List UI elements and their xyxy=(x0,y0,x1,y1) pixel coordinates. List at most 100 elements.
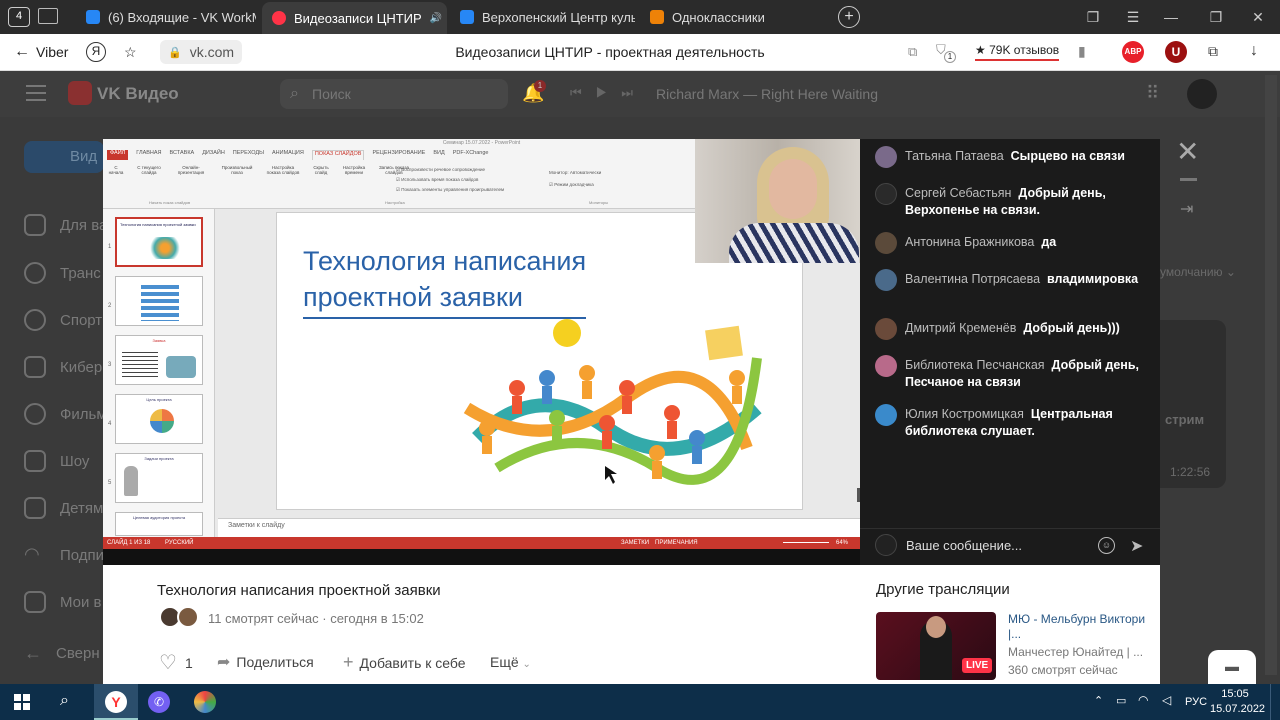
search-placeholder: Поиск xyxy=(312,86,351,102)
emoji-icon[interactable]: ☺ xyxy=(1098,537,1115,554)
apps-grid-icon[interactable]: ⠿ xyxy=(1146,83,1159,104)
close-modal-button[interactable]: ✕ xyxy=(1176,138,1199,166)
avatar[interactable] xyxy=(875,355,897,377)
chat-author[interactable]: Дмитрий Кременёв xyxy=(905,321,1016,335)
tab-verhopen[interactable]: Верхопенский Центр куль xyxy=(450,4,635,30)
ppt-btn: Настройка показа слайдов xyxy=(266,165,300,175)
slide-thumbnail[interactable] xyxy=(115,276,203,326)
more-button[interactable]: Ещё ⌄ xyxy=(490,654,531,670)
slide-thumbnail[interactable]: Цель проекта xyxy=(115,394,203,444)
thumb-title: Технология написания проектной заявки xyxy=(120,222,196,227)
stream-title[interactable]: МЮ - Мельбурн Виктори |... xyxy=(1008,612,1148,642)
search-input[interactable]: ⌕ Поиск xyxy=(280,79,508,109)
add-button[interactable]: + Добавить к себе xyxy=(343,652,466,673)
avatar[interactable] xyxy=(875,146,897,168)
menu-icon[interactable] xyxy=(26,85,46,101)
tab-vk-workmail[interactable]: (6) Входящие - VK WorkM xyxy=(76,4,256,30)
slide-thumbnail[interactable]: Задачи проекта xyxy=(115,453,203,503)
chat-author[interactable]: Юлия Костромицкая xyxy=(905,407,1024,421)
tab-counter[interactable]: 4 xyxy=(8,7,30,27)
player-controls[interactable]: ⏮▶⏭ xyxy=(570,85,647,101)
yandex-icon[interactable]: Я xyxy=(86,42,106,62)
chat-author[interactable]: Татьяна Патаева xyxy=(905,149,1004,163)
volume-icon[interactable]: ◁ xyxy=(1162,693,1171,707)
chat-message: Дмитрий Кременёв Добрый день))) xyxy=(875,318,1145,340)
chat-author[interactable]: Библиотека Песчанская xyxy=(905,358,1045,372)
menu-icon[interactable]: ☰ xyxy=(1122,6,1144,28)
back-button[interactable]: ← Viber xyxy=(14,43,68,61)
paint-icon[interactable] xyxy=(194,691,216,713)
taskbar-yandex[interactable]: Y xyxy=(94,684,138,720)
chat-author[interactable]: Антонина Бражникова xyxy=(905,235,1034,249)
share-button[interactable]: ➦ Поделиться xyxy=(217,652,314,672)
ppt-zoom-slider xyxy=(783,542,829,543)
wifi-icon[interactable]: ◠ xyxy=(1138,693,1148,707)
avatar[interactable] xyxy=(177,606,199,628)
speaker-icon[interactable]: 🔊 xyxy=(430,13,442,24)
page-scrollbar[interactable] xyxy=(1265,75,1277,675)
pip-icon[interactable] xyxy=(1180,178,1197,181)
close-window-button[interactable]: ✕ xyxy=(1247,6,1269,28)
reviews-badge[interactable]: ★ 79K отзывов xyxy=(975,43,1060,61)
avatar[interactable] xyxy=(875,183,897,205)
sidebar-item-video[interactable]: Вид xyxy=(24,141,104,173)
search-icon[interactable]: ⌕ xyxy=(60,692,69,710)
sort-label[interactable]: умолчанию ⌄ xyxy=(1160,265,1236,279)
tab-ok[interactable]: Одноклассники xyxy=(640,4,820,30)
sidebar-item-sport[interactable]: Спорт xyxy=(24,309,102,331)
send-icon[interactable]: ➤ xyxy=(1130,536,1143,556)
chat-author[interactable]: Сергей Себастьян xyxy=(905,186,1011,200)
slide-thumbnail[interactable]: Целевая аудитория проекта xyxy=(115,512,203,536)
stream-thumbnail[interactable]: LIVE xyxy=(876,612,996,680)
extension-u-icon[interactable]: U xyxy=(1165,41,1187,63)
chat-author[interactable]: Валентина Потрясаева xyxy=(905,272,1040,286)
sidebar-item-shows[interactable]: Шоу xyxy=(24,450,89,472)
slide-thumbnail[interactable]: Заявка xyxy=(115,335,203,385)
now-playing-track[interactable]: Richard Marx — Right Here Waiting xyxy=(656,86,878,102)
like-button[interactable]: ♡ 1 xyxy=(159,650,193,675)
chat-input[interactable]: Ваше сообщение... xyxy=(906,538,1086,553)
star-icon[interactable]: ☆ xyxy=(124,44,137,61)
sidebar-item-my-videos[interactable]: Мои в xyxy=(24,591,102,613)
sidebar-item-collapse[interactable]: ← Сверн xyxy=(24,643,100,664)
vk-video-logo[interactable]: VK Видео xyxy=(97,84,179,104)
show-desktop-button[interactable] xyxy=(1270,684,1280,720)
new-group-icon[interactable] xyxy=(38,8,58,24)
minimize-button[interactable]: — xyxy=(1160,6,1182,28)
windows-start-icon[interactable] xyxy=(14,694,30,710)
battery-icon[interactable]: ▭ xyxy=(1116,694,1126,707)
url-field[interactable]: 🔒 vk.com xyxy=(160,40,243,64)
messages-icon[interactable]: ▬ xyxy=(1208,650,1256,684)
clock[interactable]: 15:05 15.07.2022 xyxy=(1210,687,1265,717)
avatar[interactable] xyxy=(875,404,897,426)
sidebar-item-subscriptions[interactable]: ◠ Подпи xyxy=(24,544,104,566)
sidebar-item-for-you[interactable]: Для ва xyxy=(24,214,107,236)
arrow-left-icon: ← xyxy=(14,43,30,60)
viber-icon[interactable]: ✆ xyxy=(148,691,170,713)
expand-icon[interactable]: ⇥ xyxy=(1180,199,1193,219)
adblock-icon[interactable]: ABP xyxy=(1122,41,1144,63)
bookmark-icon[interactable]: ▮ xyxy=(1078,43,1086,60)
avatar[interactable] xyxy=(875,318,897,340)
restore-button[interactable]: ❐ xyxy=(1205,6,1227,28)
avatar[interactable] xyxy=(1187,79,1217,109)
sidebar-item-label: Мои в xyxy=(60,593,102,611)
sidebar-item-films[interactable]: Фильм xyxy=(24,403,107,425)
tray-chevron-icon[interactable]: ⌃ xyxy=(1094,694,1103,707)
sidebar-item-kids[interactable]: Детям xyxy=(24,497,103,519)
stream-channel[interactable]: Манчестер Юнайтед | ... xyxy=(1008,645,1153,659)
sidebar-item-cyber[interactable]: Кибер xyxy=(24,356,102,378)
kids-icon xyxy=(24,497,46,519)
avatar[interactable] xyxy=(875,232,897,254)
download-icon[interactable]: ↓ xyxy=(1250,42,1258,60)
tab-video-cntir[interactable]: Видеозаписи ЦНТИР 🔊 ✕ xyxy=(262,2,447,34)
new-tab-button[interactable]: + xyxy=(838,6,860,28)
collections-icon[interactable]: ❐ xyxy=(1082,6,1104,28)
background-video-card[interactable]: стрим 1:22:56 xyxy=(1160,320,1226,488)
language-indicator[interactable]: РУС xyxy=(1185,696,1207,708)
avatar[interactable] xyxy=(875,269,897,291)
sidebar-item-streams[interactable]: Транс xyxy=(24,262,101,284)
tabs-icon[interactable]: ⧉ xyxy=(908,44,917,60)
extensions-icon[interactable]: ⧉ xyxy=(1208,43,1218,60)
slide-thumbnail[interactable]: Технология написания проектной заявки xyxy=(115,217,203,267)
